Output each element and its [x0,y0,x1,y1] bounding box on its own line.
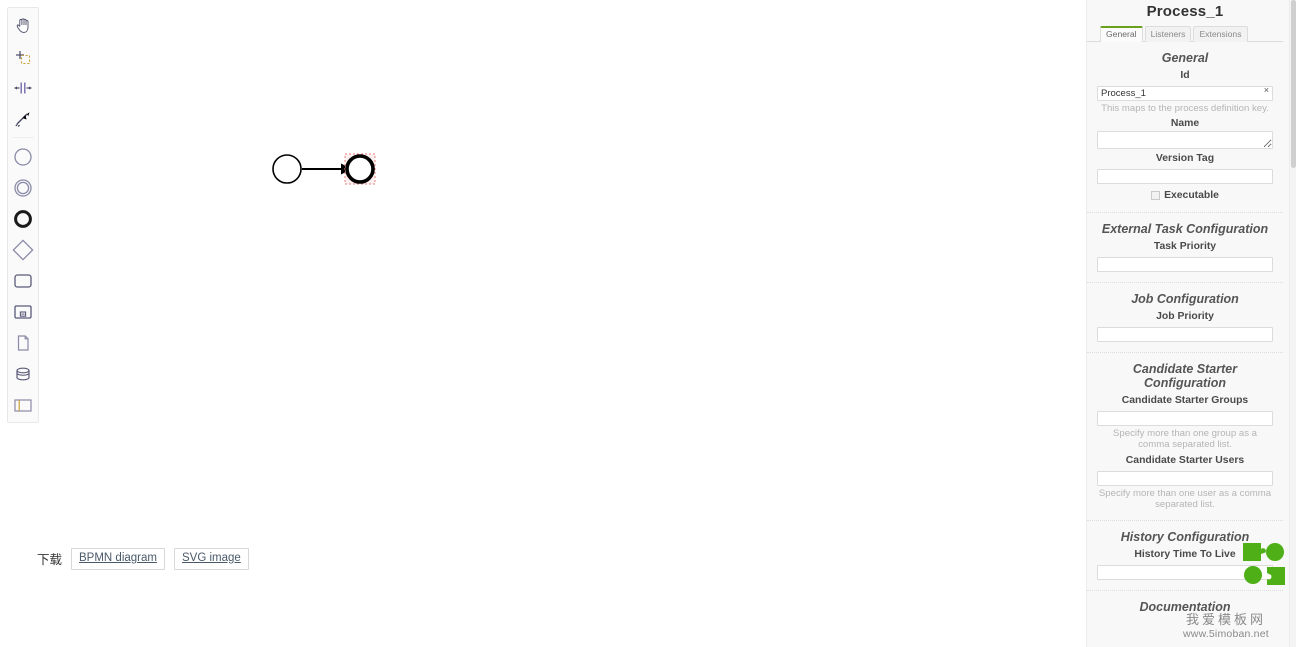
process-id-input[interactable] [1097,85,1273,101]
download-bar: 下载 BPMN diagram SVG image [37,548,249,570]
hint-candidate-starter-users: Specify more than one user as a comma se… [1098,487,1272,510]
candidate-starter-groups-input[interactable] [1097,411,1273,427]
hand-tool-button[interactable] [8,10,38,41]
group-history-configuration: History Configuration History Time To Li… [1087,521,1283,592]
field-process-name: Name [1097,118,1273,150]
group-title-documentation: Documentation [1139,600,1231,615]
space-tool-icon [14,82,32,93]
field-version-tag: Version Tag [1097,153,1273,185]
lasso-tool-button[interactable] [8,41,38,72]
properties-panel-scrollbar[interactable] [1289,0,1296,647]
group-title-job: Job Configuration [1131,291,1239,306]
space-tool-button[interactable] [8,72,38,103]
end-event-shape[interactable] [344,153,376,185]
hint-process-id: This maps to the process definition key. [1101,102,1269,114]
clear-process-id-button[interactable]: × [1263,84,1270,97]
create-intermediate-event-button[interactable] [8,172,38,203]
palette-group-tools [8,10,38,134]
group-title-general: General [1161,51,1209,65]
group-title-candidate-starter: Candidate Starter Configuration [1132,361,1238,391]
tab-listeners[interactable]: Listeners [1144,26,1192,42]
download-label: 下载 [37,553,63,568]
group-title-history: History Configuration [1120,530,1250,545]
history-time-to-live-input[interactable] [1097,565,1273,581]
participant-icon [14,398,32,412]
global-connect-tool-button[interactable] [8,103,38,134]
group-general: General Id × This maps to the process de… [1087,42,1283,214]
data-object-icon [17,334,29,351]
label-executable: Executable [1164,190,1219,202]
hint-candidate-starter-groups: Specify more than one group as a comma s… [1113,428,1257,451]
process-name-textarea[interactable] [1097,131,1273,150]
create-data-store-button[interactable] [8,358,38,389]
version-tag-input[interactable] [1097,169,1273,185]
label-task-priority: Task Priority [1153,240,1217,252]
task-priority-input[interactable] [1097,256,1273,272]
label-candidate-starter-groups: Candidate Starter Groups [1121,395,1249,407]
create-participant-button[interactable] [8,389,38,420]
label-version-tag: Version Tag [1155,153,1215,165]
start-event-icon [14,147,32,166]
create-data-object-button[interactable] [8,327,38,358]
global-connect-tool-icon [15,111,30,127]
page-title: Process_1 [1146,3,1224,20]
group-candidate-starter-configuration: Candidate Starter Configuration Candidat… [1087,353,1283,522]
create-gateway-button[interactable] [8,234,38,265]
create-subprocess-button[interactable] [8,296,38,327]
group-external-task-configuration: External Task Configuration Task Priorit… [1087,213,1283,283]
field-process-id: Id × This maps to the process definition… [1097,70,1273,114]
create-task-button[interactable] [8,265,38,296]
label-history-time-to-live: History Time To Live [1134,549,1236,561]
intermediate-event-icon [14,178,32,197]
group-job-configuration: Job Configuration Job Priority [1087,283,1283,353]
field-job-priority: Job Priority [1097,311,1273,342]
bpmn-modeler-app: 下载 BPMN diagram SVG image Process_1 Gene… [0,0,1296,647]
hand-tool-icon [16,17,29,33]
tab-extensions[interactable]: Extensions [1193,26,1248,42]
field-task-priority: Task Priority [1097,241,1273,272]
bpmn-palette[interactable] [7,7,39,423]
field-candidate-starter-users: Candidate Starter Users Specify more tha… [1097,455,1273,511]
lasso-tool-icon [16,50,31,64]
group-title-external-task: External Task Configuration [1101,222,1269,237]
subprocess-icon [14,304,32,319]
executable-checkbox[interactable] [1151,191,1161,201]
gateway-icon [12,238,34,261]
data-store-icon [16,367,30,380]
properties-panel-scroll-region[interactable]: Process_1 General Listeners Extensions G… [1087,0,1296,647]
task-icon [14,273,32,288]
label-process-id: Id [1180,69,1190,81]
create-end-event-button[interactable] [8,203,38,234]
properties-panel: Process_1 General Listeners Extensions G… [1086,0,1296,647]
field-candidate-starter-groups: Candidate Starter Groups Specify more th… [1097,395,1273,451]
scrollbar-thumb[interactable] [1291,0,1296,168]
start-event-shape[interactable] [272,154,302,184]
group-documentation: Documentation [1087,591,1283,627]
field-executable[interactable]: Executable [1097,190,1273,201]
end-event-icon [14,209,32,228]
tab-general[interactable]: General [1100,26,1143,42]
create-start-event-button[interactable] [8,141,38,172]
label-job-priority: Job Priority [1156,310,1214,322]
download-svg-button[interactable]: SVG image [173,548,249,570]
label-process-name: Name [1170,118,1200,130]
candidate-starter-users-input[interactable] [1097,470,1273,486]
label-candidate-starter-users: Candidate Starter Users [1125,454,1245,466]
palette-separator [12,137,34,138]
field-history-time-to-live: History Time To Live [1097,549,1273,581]
download-bpmn-button[interactable]: BPMN diagram [71,548,165,570]
job-priority-input[interactable] [1097,326,1273,342]
bpmn-canvas[interactable]: 下载 BPMN diagram SVG image [0,0,1086,647]
palette-group-elements [8,141,38,420]
properties-tabs: General Listeners Extensions [1087,25,1283,42]
